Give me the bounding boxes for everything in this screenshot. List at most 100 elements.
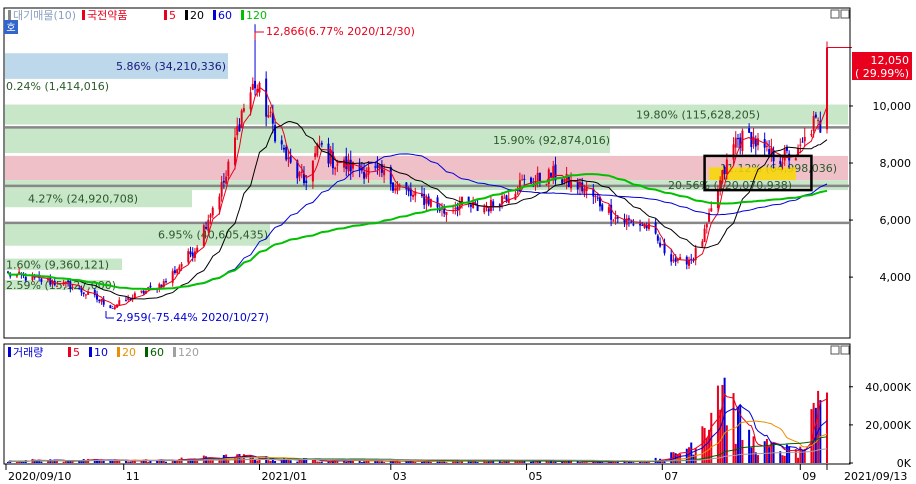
volume-bar [554, 461, 557, 463]
candle-body [238, 124, 241, 132]
candle-body [779, 160, 782, 164]
volume-bar [236, 454, 239, 463]
candle-body [211, 207, 214, 216]
candle-body [207, 219, 210, 232]
candle-body [710, 208, 713, 212]
legend-label: 120 [246, 9, 267, 22]
candle-body [367, 167, 370, 175]
volume-bar [256, 460, 259, 463]
volume-bar [269, 461, 272, 463]
volume-bar [641, 462, 644, 463]
volume-bar [405, 461, 408, 463]
candle-body [826, 47, 828, 130]
volume-bar [316, 461, 319, 463]
candle-body [489, 200, 492, 212]
last-price-badge: 12,050 ( 29.99%) [852, 52, 912, 80]
volume-bar [817, 390, 820, 463]
supply-zone-label: 15.90% (92,874,016) [493, 134, 610, 147]
candle-body [817, 119, 820, 121]
volume-bar [100, 461, 103, 463]
candle-body [412, 194, 415, 197]
x-tick-label: 2021/09/13 [844, 470, 907, 483]
candle-body [427, 196, 430, 205]
volume-bar [750, 447, 753, 463]
volume-bar [69, 461, 72, 463]
candle-body [142, 291, 145, 294]
x-tick-label: 2021/01 [261, 470, 307, 483]
legend-swatch [68, 347, 71, 357]
candle-body [225, 176, 228, 184]
candle-body [222, 180, 225, 183]
x-tick-label: 11 [126, 470, 140, 483]
candle-body [285, 147, 288, 160]
supply-zone-label: 2.59% (15,127,000) [6, 279, 116, 292]
candle-body [583, 188, 586, 194]
candle-body [298, 172, 301, 177]
volume-bar [40, 461, 43, 463]
volume-bar [420, 461, 423, 463]
volume-bar [679, 453, 682, 463]
legend-label: 120 [178, 346, 199, 359]
volume-tick-label: 0K [897, 457, 912, 470]
candle-body [124, 300, 127, 302]
candle-body [349, 159, 352, 172]
x-tick-label: 09 [802, 470, 816, 483]
candle-body [67, 280, 70, 283]
supply-zone-label: 1.60% (9,360,121) [6, 258, 109, 271]
volume-bar [318, 461, 321, 463]
legend-swatch [145, 347, 148, 357]
svg-text:대기매물(10): 대기매물(10) [13, 9, 76, 22]
candle-body [576, 181, 579, 190]
candle-body [705, 224, 708, 228]
candle-body [149, 285, 152, 288]
volume-bar [547, 461, 550, 463]
volume-bar [501, 461, 504, 463]
legend-label: 20 [122, 346, 136, 359]
candle-body [748, 128, 751, 133]
candle-body [251, 83, 254, 90]
volume-bar [794, 449, 797, 463]
volume-bar [62, 461, 65, 463]
legend-swatch [173, 347, 176, 357]
volume-bar [578, 461, 581, 463]
candle-body [639, 224, 642, 226]
volume-bar [741, 440, 744, 463]
legend-swatch [164, 10, 167, 20]
candle-body [383, 169, 386, 176]
low-annotation: 2,959(-75.44% 2020/10/27) [105, 311, 269, 324]
candle-body [612, 220, 615, 222]
candle-body [49, 277, 52, 285]
price-tick-label: 10,000 [873, 100, 912, 113]
candle-body [734, 137, 737, 148]
volume-bar [336, 461, 339, 463]
candle-body [374, 166, 377, 168]
volume-bar [300, 460, 303, 463]
candle-body [363, 171, 366, 179]
supply-zone-label: 5.86% (34,210,336) [116, 60, 226, 73]
candle-body [311, 160, 314, 182]
volume-bar [124, 460, 127, 463]
legend-swatch [241, 10, 244, 20]
candle-body [351, 161, 354, 169]
candle-body [71, 287, 74, 289]
candle-body [674, 258, 677, 262]
volume-bar [601, 462, 604, 463]
volume-bar [625, 462, 628, 463]
x-tick-label: 03 [393, 470, 407, 483]
volume-bar [345, 461, 348, 463]
volume-tick-label: 20,000K [865, 419, 911, 432]
candle-body [656, 235, 659, 241]
candle-body [483, 207, 486, 213]
candle-body [236, 126, 239, 136]
legend-swatch [185, 10, 188, 20]
svg-text:12,050: 12,050 [871, 54, 910, 67]
x-tick-label: 05 [529, 470, 543, 483]
candle-body [334, 167, 337, 170]
candle-body [810, 133, 813, 136]
candle-body [242, 108, 245, 112]
volume-bar [632, 462, 635, 463]
candle-body [594, 195, 597, 198]
volume-bar [429, 462, 432, 463]
candle-body [721, 170, 724, 183]
price-tick-label: 6,000 [880, 214, 912, 227]
